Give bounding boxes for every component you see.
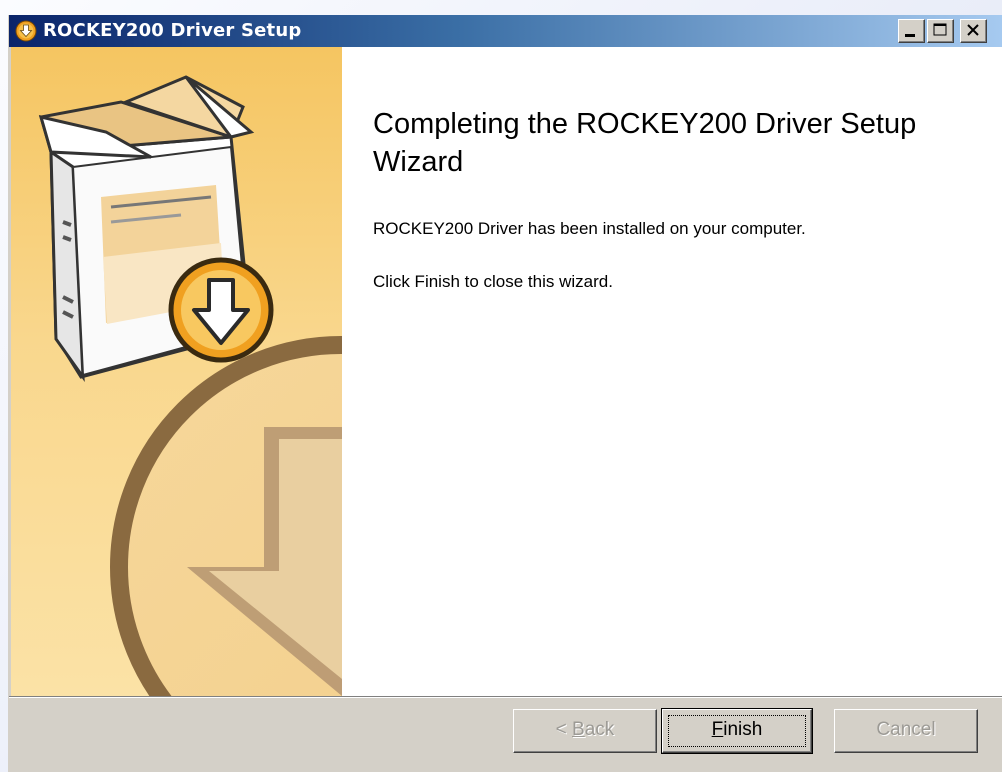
window-title: ROCKEY200 Driver Setup: [43, 20, 302, 41]
finish-instruction: Click Finish to close this wizard.: [373, 272, 613, 291]
back-button-label: < Back: [555, 719, 615, 740]
close-button[interactable]: [960, 19, 987, 43]
footer-separator-highlight: [9, 697, 1002, 698]
finish-button-label: Finish: [711, 719, 763, 740]
setup-download-icon: [15, 20, 37, 42]
wizard-content-panel: Completing the ROCKEY200 Driver Setup Wi…: [342, 47, 1002, 696]
back-button[interactable]: < Back: [513, 709, 657, 753]
maximize-button[interactable]: [927, 19, 954, 43]
cancel-button[interactable]: Cancel: [834, 709, 978, 753]
cancel-button-label: Cancel: [876, 719, 936, 740]
wizard-sidebar-banner: [11, 47, 342, 696]
download-arrow-badge-icon: [168, 257, 274, 363]
maximize-icon: [933, 23, 947, 36]
finish-button[interactable]: Finish: [661, 708, 813, 754]
installed-message: ROCKEY200 Driver has been installed on y…: [373, 219, 806, 238]
close-icon: [967, 24, 979, 36]
minimize-icon: [905, 34, 915, 37]
wizard-heading: Completing the ROCKEY200 Driver Setup Wi…: [373, 108, 917, 178]
title-bar[interactable]: ROCKEY200 Driver Setup: [9, 15, 1002, 47]
setup-wizard-window: ROCKEY200 Driver Setup Completing the RO…: [8, 15, 1002, 772]
minimize-button[interactable]: [898, 19, 925, 43]
